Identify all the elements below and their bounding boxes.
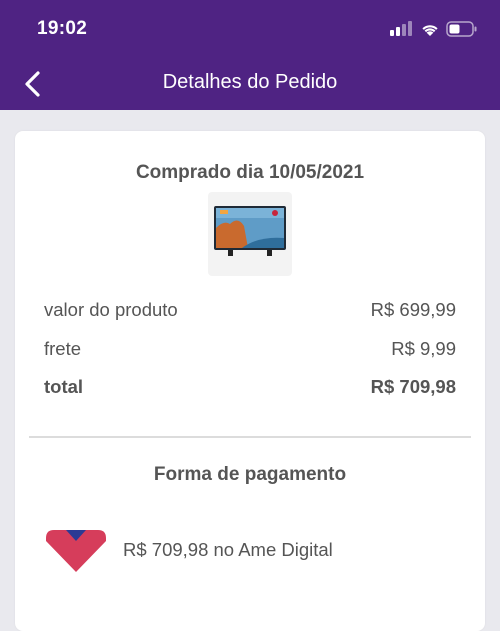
order-details-card: Comprado dia 10/05/2021 valor do produto… bbox=[15, 131, 485, 631]
page-title: Detalhes do Pedido bbox=[162, 71, 338, 93]
wifi-icon bbox=[422, 25, 438, 36]
product-value-amount: R$ 699,99 bbox=[370, 299, 456, 320]
payment-heading: Forma de pagamento bbox=[153, 464, 347, 485]
divider bbox=[29, 436, 471, 438]
battery-icon bbox=[446, 21, 477, 37]
status-time: 19:02 bbox=[37, 18, 88, 39]
ame-digital-logo-icon bbox=[46, 530, 106, 572]
shipping-label: frete bbox=[44, 338, 82, 359]
tv-product-icon bbox=[214, 206, 286, 256]
product-image[interactable] bbox=[208, 192, 292, 276]
total-amount: R$ 709,98 bbox=[370, 376, 456, 397]
header-bar: 19:02 Detalhes do Pedido bbox=[0, 0, 500, 110]
status-icons bbox=[390, 21, 477, 37]
shipping-amount: R$ 9,99 bbox=[391, 338, 456, 359]
cellular-signal-icon bbox=[390, 21, 412, 36]
purchase-date: Comprado dia 10/05/2021 bbox=[135, 162, 365, 183]
product-value-label: valor do produto bbox=[44, 299, 178, 320]
payment-description: R$ 709,98 no Ame Digital bbox=[123, 539, 333, 560]
total-label: total bbox=[44, 376, 84, 397]
